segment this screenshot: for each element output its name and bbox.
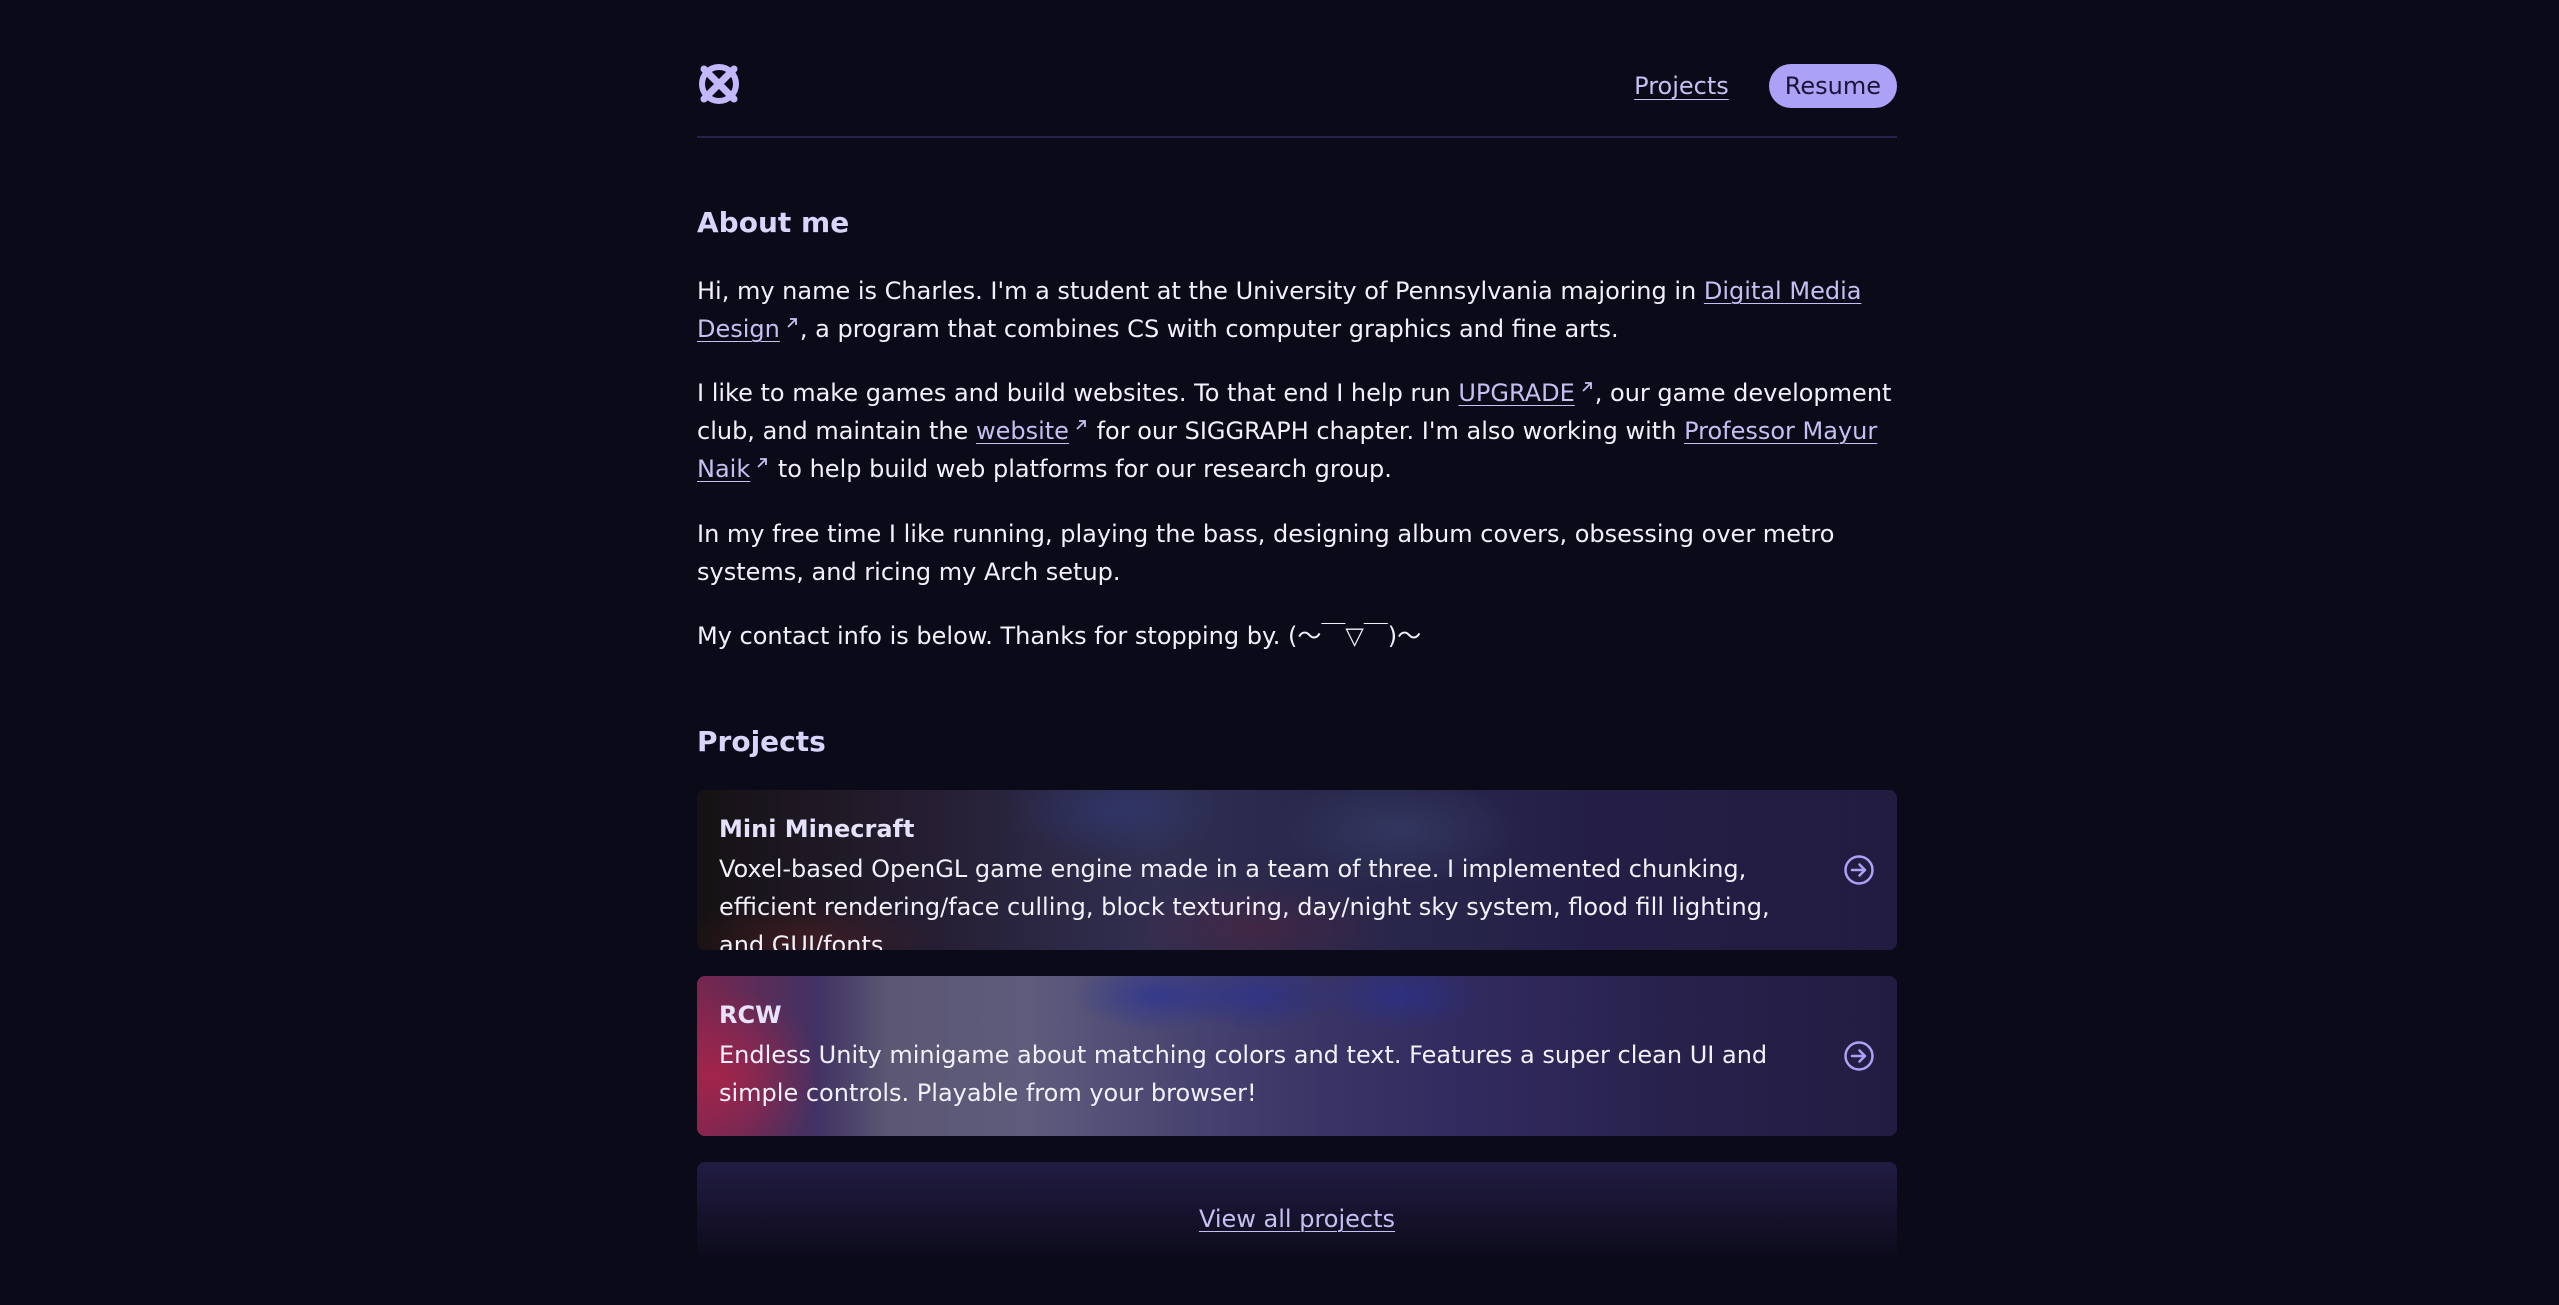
- view-all-projects-panel: View all projects: [697, 1162, 1897, 1262]
- project-card-rcw[interactable]: RCW Endless Unity minigame about matchin…: [697, 976, 1897, 1136]
- projects-heading: Projects: [697, 725, 826, 758]
- logo-icon[interactable]: [697, 62, 741, 106]
- about-paragraph-3: In my free time I like running, playing …: [697, 520, 1835, 586]
- about-p1-text-b: , a program that combines CS with comput…: [799, 315, 1619, 343]
- main-nav: Projects Resume: [1634, 64, 1897, 108]
- about-paragraph-4: My contact info is below. Thanks for sto…: [697, 622, 1422, 650]
- resume-button[interactable]: Resume: [1768, 64, 1897, 108]
- upgrade-link[interactable]: UPGRADE: [1458, 379, 1594, 407]
- circle-arrow-right-icon: [1844, 855, 1874, 885]
- site-header: Projects Resume: [697, 62, 1897, 138]
- upgrade-label: UPGRADE: [1458, 379, 1575, 407]
- about-paragraph-1: Hi, my name is Charles. I'm a student at…: [697, 272, 1897, 348]
- about-p2-text-a: I like to make games and build websites.…: [697, 379, 1459, 407]
- project-card-mini-minecraft[interactable]: Mini Minecraft Voxel-based OpenGL game e…: [697, 790, 1897, 950]
- siggraph-website-link[interactable]: website: [976, 417, 1089, 445]
- about-p2-text-d: to help build web platforms for our rese…: [770, 455, 1392, 483]
- about-p1-text-a: Hi, my name is Charles. I'm a student at…: [697, 277, 1704, 305]
- nav-projects-link[interactable]: Projects: [1634, 64, 1729, 108]
- about-heading: About me: [697, 206, 850, 239]
- about-p2-text-c: for our SIGGRAPH chapter. I'm also worki…: [1088, 417, 1685, 445]
- view-all-projects-link[interactable]: View all projects: [1199, 1204, 1395, 1234]
- external-link-icon: [1582, 382, 1592, 392]
- external-link-icon: [757, 458, 768, 468]
- project-card-title: Mini Minecraft: [719, 815, 915, 843]
- external-link-icon: [787, 318, 797, 328]
- project-card-description: Voxel-based OpenGL game engine made in a…: [719, 855, 1770, 950]
- project-card-description: Endless Unity minigame about matching co…: [719, 1041, 1768, 1107]
- external-link-icon: [1076, 420, 1086, 430]
- website-label: website: [975, 417, 1069, 445]
- about-paragraph-2: I like to make games and build websites.…: [697, 374, 1897, 488]
- circle-arrow-right-icon: [1844, 1041, 1874, 1071]
- project-card-title: RCW: [719, 1001, 782, 1029]
